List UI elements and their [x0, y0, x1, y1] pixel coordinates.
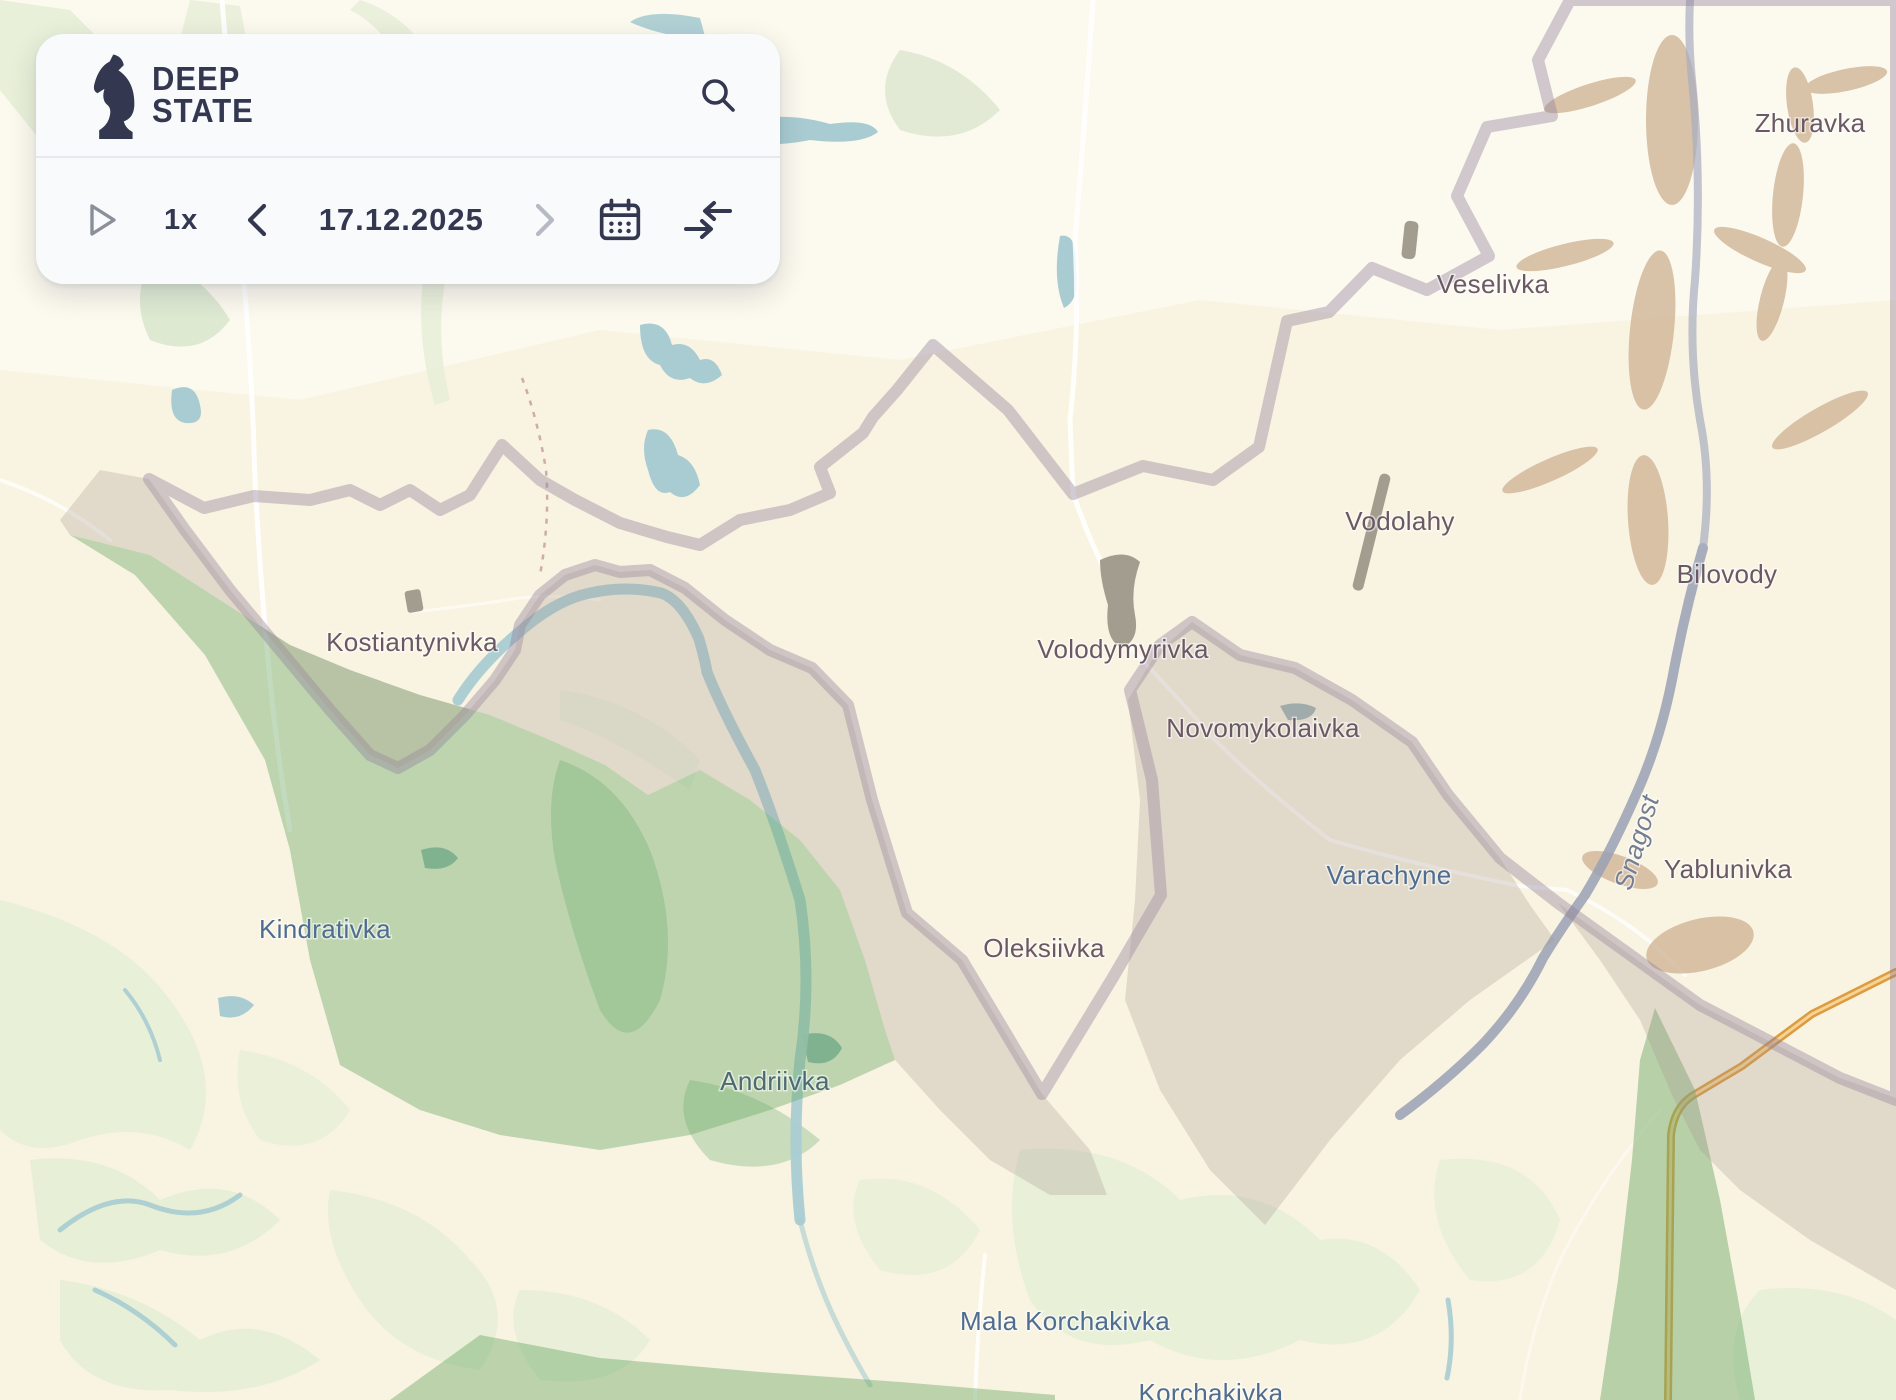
brand-text: DEEP STATE: [152, 63, 254, 128]
search-button[interactable]: [696, 73, 740, 117]
map-label-andriivka: Andriivka: [720, 1066, 830, 1096]
map-label-korchakivka: Korchakivka: [1139, 1378, 1284, 1400]
map-label-kostiantynivka: Kostiantynivka: [326, 627, 498, 657]
map-label-veselivka: Veselivka: [1437, 269, 1550, 299]
map-label-mala-korchakivka: Mala Korchakivka: [960, 1306, 1170, 1336]
playback-controls: 1x 17.12.2025: [36, 158, 780, 282]
next-day-button[interactable]: [532, 202, 558, 238]
brand[interactable]: DEEP STATE: [92, 51, 260, 139]
map-label-bilovody: Bilovody: [1677, 559, 1778, 589]
map-label-varachyne: Varachyne: [1326, 860, 1451, 890]
calendar-icon: [598, 198, 642, 242]
deepstate-control-panel: DEEP STATE 1x 17.12.2025: [36, 34, 780, 284]
calendar-button[interactable]: [598, 198, 642, 242]
brand-line1: DEEP: [152, 63, 254, 95]
speed-label[interactable]: 1x: [164, 204, 198, 237]
knight-logo-icon: [92, 51, 138, 139]
map-label-vodolahy: Vodolahy: [1345, 506, 1454, 536]
brand-line2: STATE: [152, 95, 254, 127]
compare-button[interactable]: [682, 200, 734, 240]
map-label-kindrativka: Kindrativka: [259, 914, 391, 944]
chevron-right-icon: [532, 202, 558, 238]
map-label-zhuravka: Zhuravka: [1755, 108, 1866, 138]
compare-arrows-icon: [682, 200, 734, 240]
prev-day-button[interactable]: [244, 202, 270, 238]
map-label-yablunivka: Yablunivka: [1664, 854, 1793, 884]
map-label-novomykolaivka: Novomykolaivka: [1166, 713, 1360, 743]
search-icon: [696, 73, 740, 117]
play-icon: [86, 201, 120, 239]
map-label-oleksiivka: Oleksiivka: [983, 933, 1105, 963]
date-display[interactable]: 17.12.2025: [306, 202, 496, 238]
play-button[interactable]: [86, 201, 120, 239]
chevron-left-icon: [244, 202, 270, 238]
map-label-volodymyrivka: Volodymyrivka: [1037, 634, 1209, 664]
panel-header: DEEP STATE: [36, 34, 780, 156]
